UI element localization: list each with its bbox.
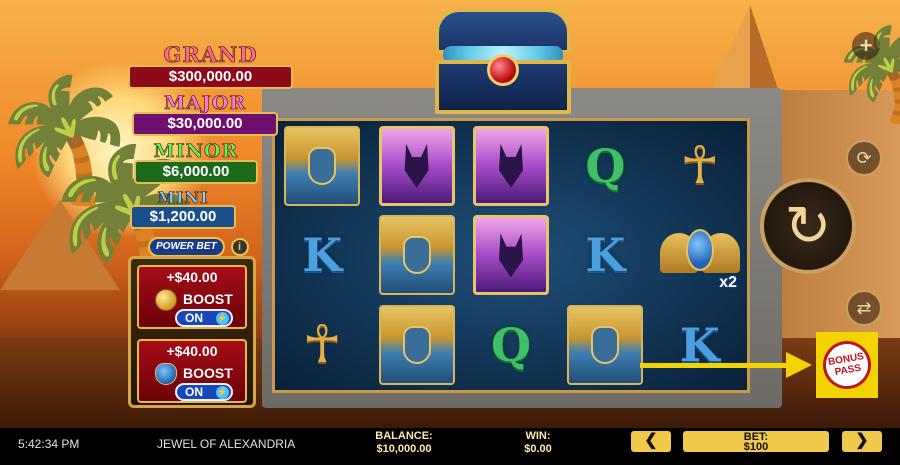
spin-button[interactable]: ↻ <box>760 178 856 274</box>
balance-display: BALANCE: $10,000.00 <box>366 430 442 456</box>
jackpot-mini-value: $1,200.00 <box>130 205 236 229</box>
scarab-body <box>685 229 714 272</box>
pharaoh-face <box>308 146 337 185</box>
boost-label: BOOST <box>183 365 233 381</box>
win-value: $0.00 <box>524 443 552 455</box>
jackpot-minor: MINOR $6,000.00 <box>134 140 258 184</box>
power-bet-panel: +$40.00 BOOST ON ⚡ +$40.00 BOOST ON ⚡ <box>128 256 256 408</box>
boost-label: BOOST <box>183 291 233 307</box>
pharaoh-face <box>591 326 620 365</box>
reel-cell: ☥ <box>275 300 369 390</box>
boost-amount: +$40.00 <box>166 343 218 359</box>
bonus-pass-logo: BONUS PASS <box>819 337 875 393</box>
reel-cell: Q <box>558 121 652 211</box>
jackpot-major-label: MAJOR <box>163 92 247 115</box>
reel-cell <box>369 211 463 301</box>
anubis-symbol-icon <box>472 125 549 206</box>
bottom-bar: 5:42:34 PM JEWEL OF ALEXANDRIA BALANCE: … <box>0 428 900 465</box>
boost-amount: +$40.00 <box>166 269 218 285</box>
autoplay-icon: ⟳ <box>856 147 872 168</box>
k-symbol: K <box>585 228 626 283</box>
reel-cell: K <box>558 211 652 301</box>
reel-cell <box>275 121 369 211</box>
q-symbol: Q <box>585 138 626 193</box>
reel-cell: x2 <box>653 211 747 301</box>
reel-cell <box>558 300 652 390</box>
reel-cell: K <box>275 211 369 301</box>
pharaoh-symbol-icon <box>378 305 455 386</box>
anubis-symbol-icon <box>472 215 549 296</box>
reel-cell: ☥ <box>653 121 747 211</box>
power-bet-header: POWER BET i <box>148 236 258 258</box>
boost-toggle-label: ON <box>185 311 203 325</box>
boost-option-coin[interactable]: +$40.00 BOOST ON ⚡ <box>137 265 247 329</box>
reel-cell <box>464 211 558 301</box>
boost-toggle-label: ON <box>185 385 203 399</box>
bonus-pass-button[interactable]: BONUS PASS <box>816 332 878 398</box>
jackpot-major: MAJOR $30,000.00 <box>132 92 278 136</box>
pharaoh-symbol-icon <box>378 215 455 296</box>
balance-value: $10,000.00 <box>376 443 432 455</box>
jackpot-grand-value: $300,000.00 <box>128 65 293 89</box>
highlight-arrow <box>640 363 788 368</box>
ankh-symbol-icon: ☥ <box>680 136 720 195</box>
anubis-face <box>404 143 429 188</box>
bet-decrease-button[interactable]: ❮ <box>631 431 671 452</box>
pharaoh-face <box>402 236 431 275</box>
gold-coin-icon <box>155 289 177 311</box>
reel-cell: K <box>653 300 747 390</box>
jackpot-minor-value: $6,000.00 <box>134 160 258 184</box>
anubis-face <box>498 143 523 188</box>
power-bet-logo: POWER BET <box>148 237 225 257</box>
lightning-icon: ⚡ <box>216 386 229 399</box>
win-label: WIN: <box>525 430 551 442</box>
anubis-symbol-icon <box>378 125 455 206</box>
reel-cell: Q <box>464 300 558 390</box>
bet-display[interactable]: BET: $100 <box>683 431 829 453</box>
boost-toggle[interactable]: ON ⚡ <box>175 309 233 327</box>
jackpot-grand: GRAND $300,000.00 <box>128 42 293 89</box>
pharaoh-symbol-icon <box>567 305 644 386</box>
reel-cell <box>464 121 558 211</box>
ankh-symbol-icon: ☥ <box>302 316 342 375</box>
lightning-icon: ⚡ <box>216 312 229 325</box>
jackpot-mini: MINI $1,200.00 <box>130 188 236 229</box>
jackpot-grand-label: GRAND <box>163 42 258 68</box>
highlight-arrow-head <box>786 352 812 378</box>
ruby-gem-icon <box>487 54 519 86</box>
turbo-icon: ⇄ <box>856 297 872 318</box>
bet-value: $100 <box>743 441 769 453</box>
jackpot-minor-label: MINOR <box>153 140 239 163</box>
autoplay-button[interactable]: ⟳ <box>846 140 882 176</box>
k-symbol: K <box>302 228 343 283</box>
reel-cell <box>369 121 463 211</box>
reel-grid: Q ☥ K Kx2 ☥ Q K <box>272 118 750 393</box>
spin-icon: ↻ <box>784 194 832 257</box>
balance-label: BALANCE: <box>375 430 433 442</box>
game-background: 🌴 🌴 🌴 Q ☥ K Kx2 ☥ Q K GRAND $300,000.00 MAJOR … <box>0 0 900 428</box>
win-display: WIN: $0.00 <box>518 430 558 456</box>
clock: 5:42:34 PM <box>18 437 80 451</box>
reel-cell <box>369 300 463 390</box>
info-icon[interactable]: i <box>230 238 249 256</box>
pharaoh-face <box>402 326 431 365</box>
multiplier-badge: x2 <box>719 274 737 292</box>
turbo-button[interactable]: ⇄ <box>846 290 882 326</box>
treasure-chest <box>435 8 571 114</box>
plus-button[interactable]: + <box>852 32 880 60</box>
anubis-face <box>498 233 523 278</box>
boost-option-scarab[interactable]: +$40.00 BOOST ON ⚡ <box>137 339 247 403</box>
pharaoh-symbol-icon <box>284 125 361 206</box>
q-symbol: Q <box>490 318 532 373</box>
k-symbol: K <box>679 318 720 373</box>
jackpot-major-value: $30,000.00 <box>132 112 278 136</box>
boost-toggle[interactable]: ON ⚡ <box>175 383 233 401</box>
game-title: JEWEL OF ALEXANDRIA <box>157 437 296 451</box>
bet-increase-button[interactable]: ❯ <box>842 431 882 452</box>
scarab-icon <box>155 363 177 385</box>
